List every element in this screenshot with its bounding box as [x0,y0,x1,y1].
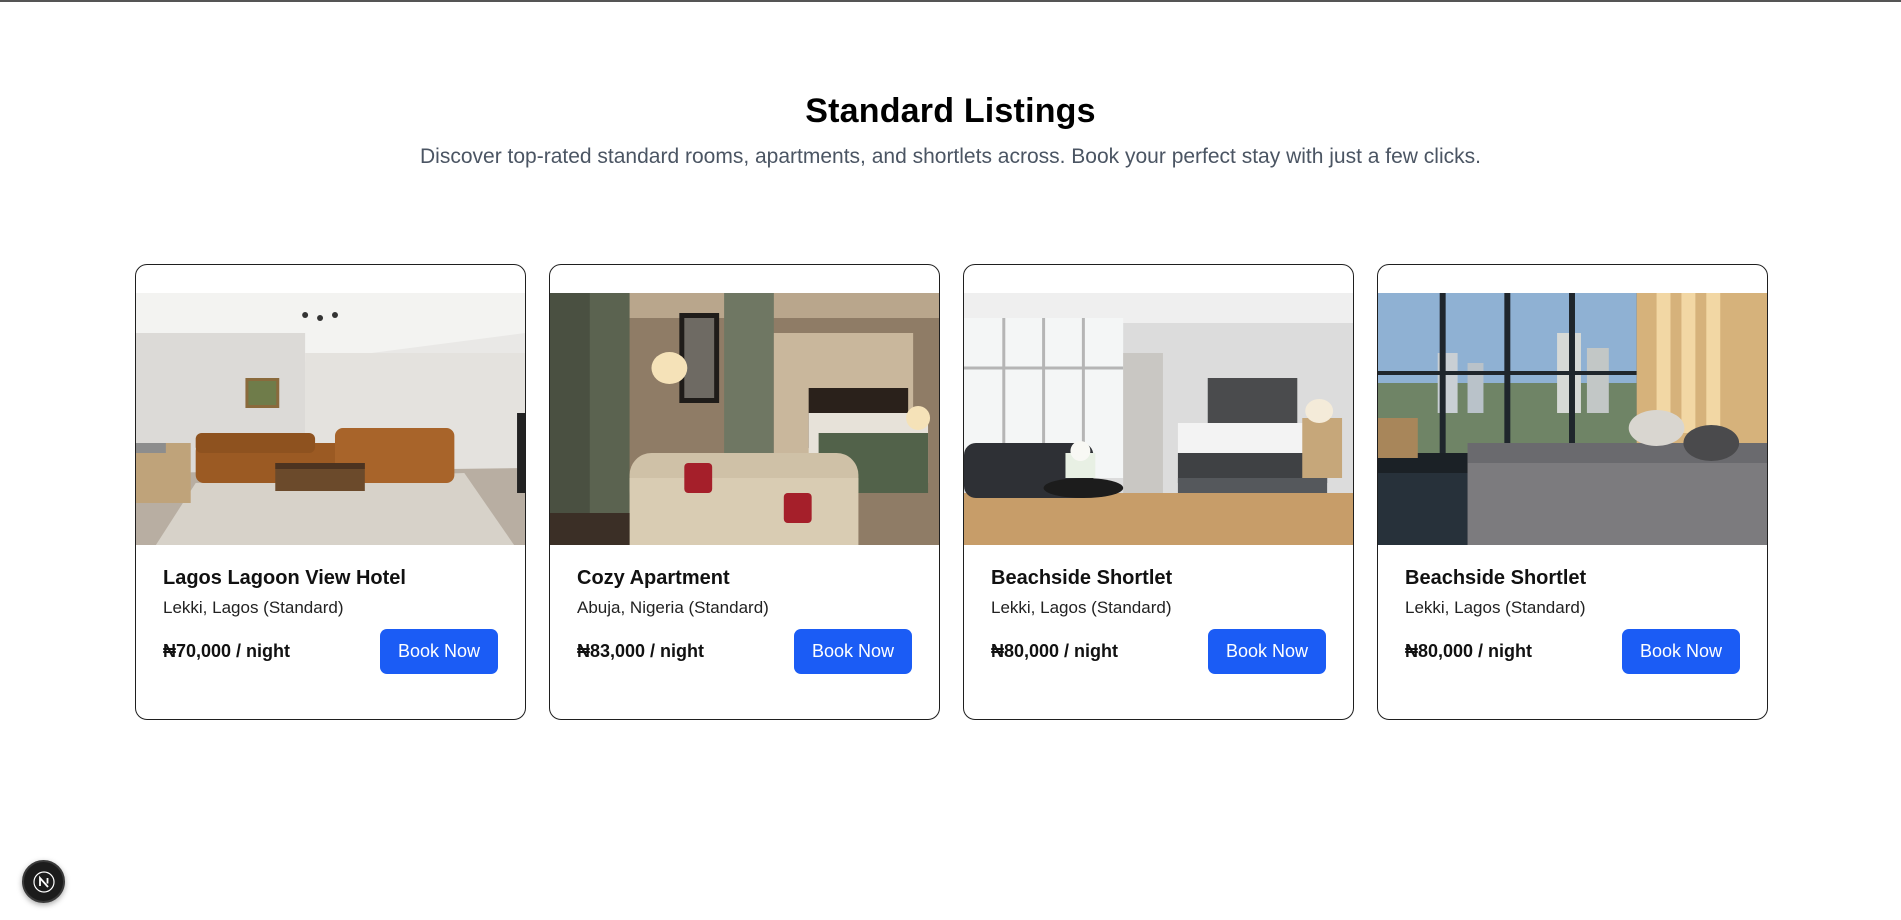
book-now-button[interactable]: Book Now [794,629,912,674]
book-now-button[interactable]: Book Now [1622,629,1740,674]
nextjs-icon [32,870,55,893]
listing-location: Lekki, Lagos (Standard) [163,598,344,617]
listings-grid: Lagos Lagoon View Hotel Lekki, Lagos (St… [135,264,1768,720]
bright-bedroom-photo [964,293,1353,545]
listing-price: ₦80,000 / night [1405,641,1533,661]
listing-footer: ₦70,000 / night Book Now [163,629,498,674]
listing-info: Beachside Shortlet Lekki, Lagos (Standar… [991,567,1326,618]
listing-footer: ₦80,000 / night Book Now [991,629,1326,674]
listing-card[interactable]: Lagos Lagoon View Hotel Lekki, Lagos (St… [135,264,526,720]
page-title: Standard Listings [805,92,1096,130]
listing-title: Beachside Shortlet [991,567,1173,589]
section-header: Standard Listings Discover top-rated sta… [0,92,1901,169]
listing-card[interactable]: Cozy Apartment Abuja, Nigeria (Standard)… [549,264,940,720]
listing-title: Beachside Shortlet [1405,567,1587,589]
listing-location: Lekki, Lagos (Standard) [1405,598,1586,617]
listing-price: ₦83,000 / night [577,641,705,661]
listing-info: Lagos Lagoon View Hotel Lekki, Lagos (St… [163,567,498,618]
listing-price: ₦80,000 / night [991,641,1119,661]
living-room-photo [136,293,525,545]
book-now-button[interactable]: Book Now [380,629,498,674]
listing-footer: ₦83,000 / night Book Now [577,629,912,674]
listing-title: Cozy Apartment [577,567,730,589]
listing-title: Lagos Lagoon View Hotel [163,567,406,589]
listing-price: ₦70,000 / night [163,641,291,661]
listing-location: Lekki, Lagos (Standard) [991,598,1172,617]
listing-footer: ₦80,000 / night Book Now [1405,629,1740,674]
listing-card[interactable]: Beachside Shortlet Lekki, Lagos (Standar… [1377,264,1768,720]
book-now-button[interactable]: Book Now [1208,629,1326,674]
hotel-bedroom-photo [550,293,939,545]
listing-location: Abuja, Nigeria (Standard) [577,598,769,617]
top-border [0,0,1901,2]
city-view-bedroom-photo [1378,293,1767,545]
page-subtitle: Discover top-rated standard rooms, apart… [420,145,1481,168]
listing-card[interactable]: Beachside Shortlet Lekki, Lagos (Standar… [963,264,1354,720]
nextjs-dev-badge[interactable] [22,860,65,903]
listing-info: Beachside Shortlet Lekki, Lagos (Standar… [1405,567,1740,618]
listing-info: Cozy Apartment Abuja, Nigeria (Standard) [577,567,912,618]
